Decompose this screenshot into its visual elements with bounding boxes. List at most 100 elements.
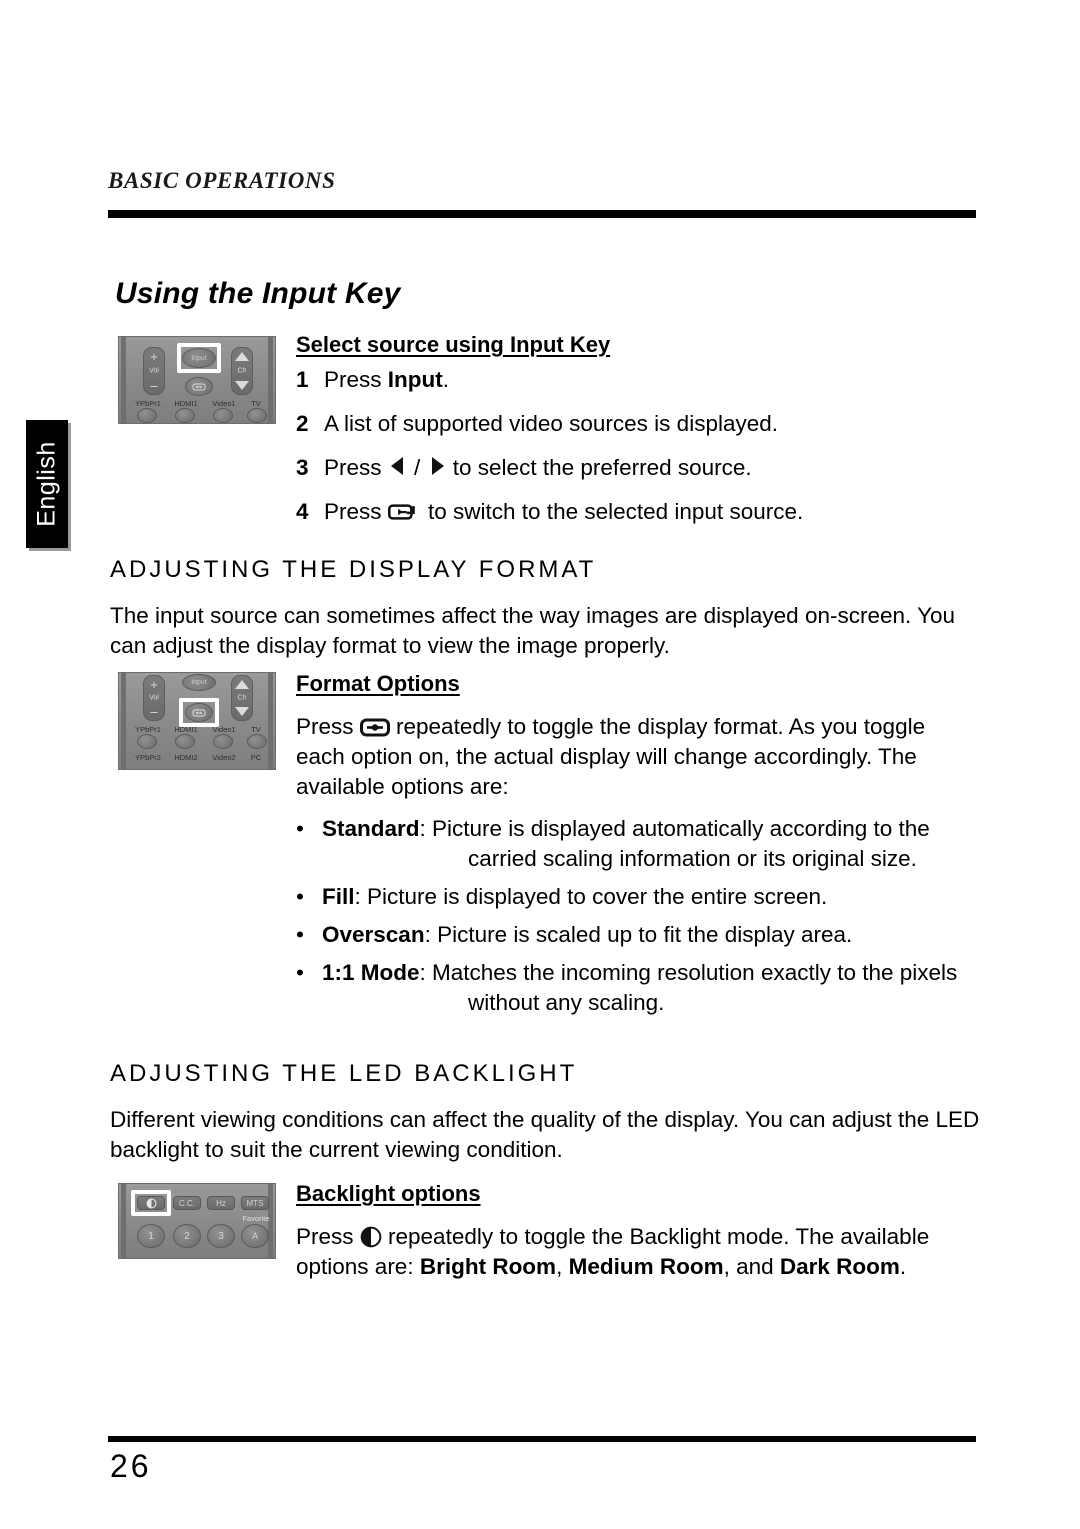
- step-2: 2 A list of supported video sources is d…: [296, 410, 986, 438]
- bullet-standard-desc: : Picture is displayed automatically acc…: [419, 816, 930, 871]
- running-header: BASIC OPERATIONS: [108, 168, 336, 193]
- remote-rail-left: [121, 337, 126, 423]
- step-4-number: 4: [296, 499, 309, 524]
- number-key-2-label: 2: [184, 1230, 190, 1242]
- bullet-overscan-term: Overscan: [322, 922, 425, 947]
- channel-down-icon: [235, 381, 249, 390]
- source-label-tv: TV: [251, 725, 261, 734]
- number-key-1[interactable]: 1: [137, 1224, 165, 1248]
- step-4-pre: Press: [324, 499, 388, 524]
- source-label-pc: PC: [250, 753, 262, 762]
- bullet-marker: •: [296, 884, 304, 909]
- format-icon: [359, 718, 390, 737]
- source-key-hdmi1[interactable]: [175, 408, 195, 423]
- format-intro-post: repeatedly to toggle the display format.…: [296, 714, 926, 799]
- bullet-one-to-one-term: 1:1 Mode: [322, 960, 420, 985]
- format-key-highlight: [179, 698, 219, 727]
- section-head-display-format: ADJUSTING THE DISPLAY FORMAT: [110, 556, 597, 583]
- channel-label: Ch: [237, 694, 247, 702]
- step-2-text: A list of supported video sources is dis…: [324, 411, 778, 436]
- source-label-video2: Video2: [212, 753, 236, 762]
- source-key-ypbpr1[interactable]: [137, 734, 157, 749]
- remote-rail-left: [121, 1184, 126, 1258]
- language-tab-label: English: [32, 441, 61, 527]
- step-3-slash: /: [407, 455, 427, 480]
- source-label-hdmi1: HDMI1: [174, 399, 198, 408]
- bullet-one-to-one-desc: : Matches the incoming resolution exactl…: [419, 960, 958, 1015]
- bullet-fill-term: Fill: [322, 884, 355, 909]
- backlight-intro-pre: Press: [296, 1224, 360, 1249]
- hz-key[interactable]: Hz: [207, 1196, 235, 1210]
- volume-down-label: –: [150, 378, 158, 393]
- mts-label: MTS: [246, 1198, 264, 1208]
- page-title: Using the Input Key: [115, 277, 401, 310]
- backlight-end-period: .: [899, 1254, 907, 1279]
- channel-down-icon: [235, 707, 249, 716]
- remote-rail-left: [121, 673, 126, 769]
- step-3-pre: Press: [324, 455, 388, 480]
- format-key-icon: [192, 383, 206, 390]
- bullet-standard-text: Standard: Picture is displayed automatic…: [322, 814, 986, 874]
- source-key-video1[interactable]: [213, 408, 233, 423]
- number-key-2[interactable]: 2: [173, 1224, 201, 1248]
- backlight-mode-dark-room: Dark Room: [779, 1254, 900, 1279]
- source-label-tv: TV: [251, 399, 261, 408]
- step-2-number: 2: [296, 411, 309, 436]
- remote-illustration-input: + Vol – Input Ch YPbPr1 HDMI1 Video1 TV: [118, 336, 276, 432]
- backlight-key-highlight: [131, 1190, 171, 1216]
- number-key-3[interactable]: 3: [207, 1224, 235, 1248]
- favorite-key-label: A: [251, 1231, 258, 1241]
- source-label-ypbpr1: YPbPr1: [135, 725, 161, 734]
- bullet-one-to-one-text: 1:1 Mode: Matches the incoming resolutio…: [322, 958, 986, 1018]
- bullet-fill: • Fill: Picture is displayed to cover th…: [296, 882, 986, 912]
- channel-up-icon: [235, 352, 249, 361]
- bullet-standard-term: Standard: [322, 816, 420, 841]
- subhead-backlight-options: Backlight options: [296, 1181, 481, 1206]
- source-label-ypbpr2: YPbPr2: [135, 753, 161, 762]
- favorite-label: Favorite: [242, 1214, 270, 1223]
- step-4-text: Press to switch to the selected input so…: [324, 498, 986, 526]
- format-key[interactable]: [185, 377, 213, 396]
- step-3-number: 3: [296, 455, 309, 480]
- paragraph-display-format: The input source can sometimes affect th…: [110, 603, 956, 658]
- channel-rocker[interactable]: Ch: [231, 347, 253, 395]
- source-key-hdmi1[interactable]: [175, 734, 195, 749]
- closed-caption-key[interactable]: C.C.: [173, 1196, 201, 1210]
- input-key[interactable]: Input: [182, 674, 216, 691]
- paragraph-led-backlight: Different viewing conditions can affect …: [110, 1107, 980, 1162]
- bullet-fill-text: Fill: Picture is displayed to cover the …: [322, 882, 986, 912]
- bullet-marker: •: [296, 922, 304, 947]
- source-key-ypbpr1[interactable]: [137, 408, 157, 423]
- header-rule: [108, 210, 976, 218]
- backlight-options-text: Press repeatedly to toggle the Backlight…: [296, 1222, 986, 1282]
- step-3-post: to select the preferred source.: [446, 455, 752, 480]
- channel-rocker[interactable]: Ch: [231, 675, 253, 721]
- remote-illustration-backlight: C.C. Hz MTS Favorite 1 2 3 A: [118, 1183, 276, 1263]
- volume-rocker[interactable]: + Vol –: [143, 347, 165, 395]
- channel-label: Ch: [237, 367, 247, 375]
- favorite-key-a[interactable]: A: [241, 1224, 269, 1248]
- volume-up-label: +: [150, 677, 158, 692]
- volume-rocker[interactable]: + Vol –: [143, 675, 165, 721]
- format-intro-pre: Press: [296, 714, 360, 739]
- volume-label: Vol: [149, 367, 159, 375]
- input-key-label: Input: [191, 679, 207, 686]
- source-key-tv[interactable]: [247, 734, 267, 749]
- step-1-number: 1: [296, 367, 309, 392]
- source-label-video1: Video1: [212, 399, 236, 408]
- subhead-format-options: Format Options: [296, 671, 460, 696]
- backlight-sep-1: ,: [556, 1254, 569, 1279]
- number-key-3-label: 3: [218, 1230, 224, 1242]
- format-options-list: • Standard: Picture is displayed automat…: [296, 814, 986, 1026]
- mts-key[interactable]: MTS: [241, 1196, 269, 1210]
- hz-label: Hz: [216, 1198, 226, 1208]
- source-key-video1[interactable]: [213, 734, 233, 749]
- source-key-tv[interactable]: [247, 408, 267, 423]
- step-1-pre: Press: [324, 367, 388, 392]
- input-key-highlight: [177, 343, 221, 373]
- remote-rail-right: [268, 337, 273, 423]
- volume-up-label: +: [150, 349, 158, 364]
- step-4-post: to switch to the selected input source.: [421, 499, 804, 524]
- bullet-marker: •: [296, 816, 304, 841]
- subhead-select-source: Select source using Input Key: [296, 332, 611, 357]
